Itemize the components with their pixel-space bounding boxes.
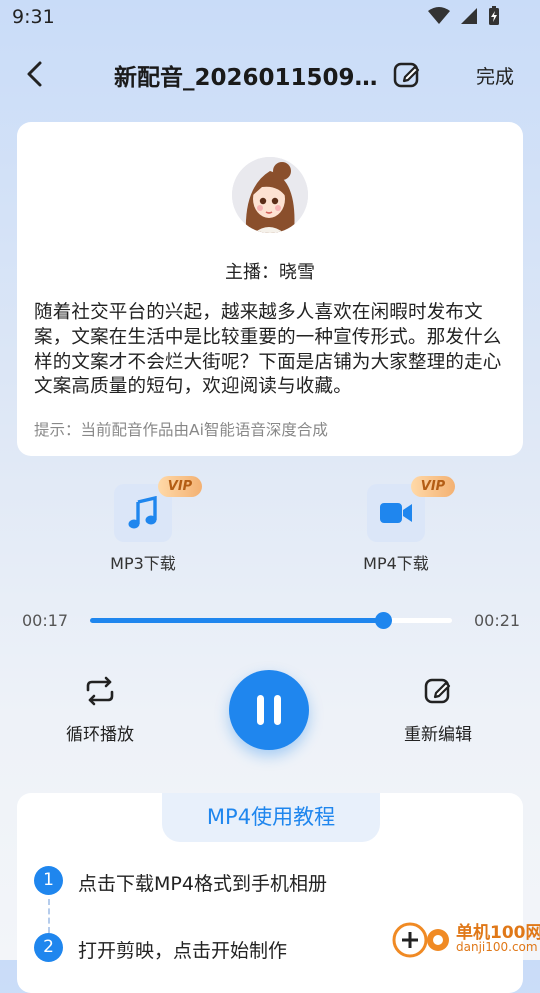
progress-fill	[90, 618, 384, 623]
music-note-icon	[128, 496, 157, 529]
step-text: 打开剪映，点击开始制作	[78, 940, 288, 962]
step-number: 1	[34, 866, 63, 895]
ai-hint: 提示：当前配音作品由Ai智能语音深度合成	[34, 421, 328, 439]
step-text: 点击下载MP4格式到手机相册	[78, 873, 327, 895]
wifi-icon	[428, 7, 450, 24]
vip-badge: VIP	[158, 476, 202, 497]
progress-slider[interactable]	[90, 612, 452, 629]
mp3-icon-box: VIP	[114, 476, 202, 542]
mp3-download-button[interactable]: VIP MP3下载	[63, 476, 223, 574]
mp4-download-label: MP4下载	[363, 554, 429, 573]
loop-play-button[interactable]: 循环播放	[40, 676, 160, 745]
pause-button[interactable]	[229, 670, 309, 750]
step-connector	[48, 899, 50, 933]
step-number: 2	[34, 933, 63, 962]
avatar-illustration	[232, 157, 308, 233]
signal-icon	[461, 8, 477, 24]
current-time: 00:17	[22, 611, 69, 630]
done-button[interactable]: 完成	[476, 62, 514, 89]
page-title: 新配音_2026011509...	[114, 65, 378, 91]
edit-icon	[424, 678, 451, 704]
back-arrow-icon	[27, 61, 42, 87]
pause-icon	[257, 695, 281, 725]
back-button[interactable]	[20, 58, 52, 90]
mp4-download-button[interactable]: VIP MP4下载	[316, 476, 476, 574]
re-edit-button[interactable]: 重新编辑	[378, 676, 498, 745]
tutorial-title: MP4使用教程	[162, 793, 380, 842]
loop-play-label: 循环播放	[66, 725, 134, 745]
re-edit-label: 重新编辑	[404, 725, 472, 745]
watermark-url: danji100.com	[456, 940, 538, 954]
anchor-avatar	[232, 157, 308, 233]
video-camera-icon	[380, 503, 412, 523]
loop-icon	[86, 676, 114, 706]
mp3-download-label: MP3下载	[110, 554, 176, 573]
battery-icon	[489, 6, 499, 25]
edit-icon	[393, 62, 420, 88]
script-text: 随着社交平台的兴起，越来越多人喜欢在闲暇时发布文案，文案在生活中是比较重要的一种…	[34, 302, 502, 398]
edit-title-button[interactable]	[392, 60, 422, 90]
watermark-logo-icon	[392, 922, 449, 958]
system-icons	[428, 6, 500, 26]
total-time: 00:21	[474, 611, 521, 630]
vip-badge: VIP	[411, 476, 455, 497]
status-time: 9:31	[12, 6, 55, 28]
progress-handle[interactable]	[375, 612, 393, 629]
mp4-icon-box: VIP	[367, 476, 455, 542]
anchor-name: 主播：晓雪	[225, 262, 315, 283]
site-watermark: 单机100网 danji100.com	[392, 916, 540, 960]
